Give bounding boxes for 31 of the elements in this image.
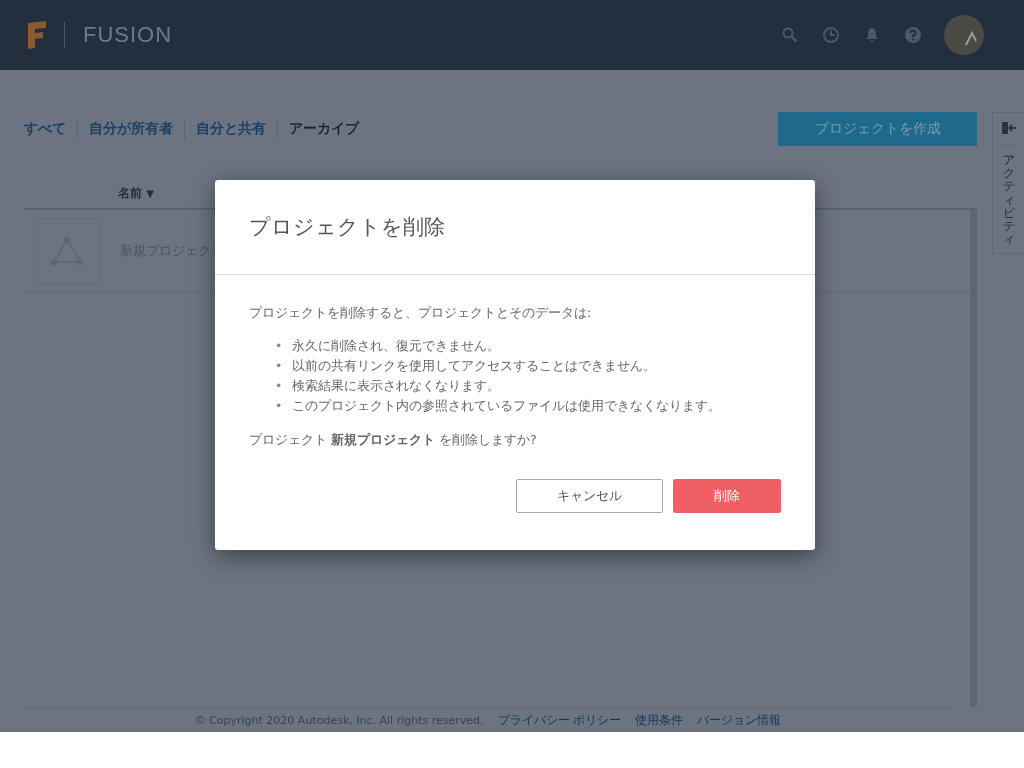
footer-link[interactable]: バージョン情報 <box>697 711 782 729</box>
footer-link[interactable]: 使用条件 <box>635 711 684 729</box>
activity-tab[interactable]: アクティビティ <box>1002 145 1015 247</box>
help-icon[interactable] <box>904 26 922 44</box>
dialog-text: プロジェクトを削除すると、プロジェクトとそのデータは: <box>249 305 593 322</box>
avatar-icon[interactable] <box>944 15 984 55</box>
bell-icon[interactable] <box>864 27 880 43</box>
logo-icon <box>26 20 48 50</box>
bullet-item: 永久に削除され、復元できません。 <box>292 337 501 355</box>
bullet-item: 以前の共有リンクを使用してアクセスすることはできません。 <box>292 357 657 375</box>
filter-tab[interactable]: 自分が所有者 <box>78 120 184 138</box>
bullet-item: 検索結果に表示されなくなります。 <box>292 377 501 395</box>
delete-button[interactable]: 削除 <box>673 479 781 513</box>
clock-icon[interactable] <box>822 26 840 44</box>
bullet-item: このプロジェクト内の参照されているファイルは使用できなくなります。 <box>292 397 722 415</box>
filter-tab[interactable]: すべて <box>24 120 77 138</box>
column-header[interactable]: 名前 ▼ <box>118 186 154 200</box>
filter-tab[interactable]: アーカイブ <box>278 120 370 138</box>
panel-toggle-icon[interactable] <box>1000 121 1017 135</box>
cancel-button[interactable]: キャンセル <box>516 479 663 513</box>
bullet-marker: • <box>275 337 283 355</box>
bullet-marker: • <box>275 397 283 415</box>
footer-link[interactable]: プライバシー ポリシー <box>497 711 622 729</box>
search-icon[interactable] <box>782 27 798 43</box>
bullet-marker: • <box>275 357 283 375</box>
filter-tab[interactable]: 自分と共有 <box>185 120 277 138</box>
bullet-marker: • <box>275 377 283 395</box>
confirm-text: プロジェクト 新規プロジェクト を削除しますか? <box>249 432 538 449</box>
create-project-button[interactable]: プロジェクトを作成 <box>778 112 977 146</box>
dialog-title: プロジェクトを削除 <box>249 214 445 241</box>
product-name: FUSION <box>83 22 173 48</box>
